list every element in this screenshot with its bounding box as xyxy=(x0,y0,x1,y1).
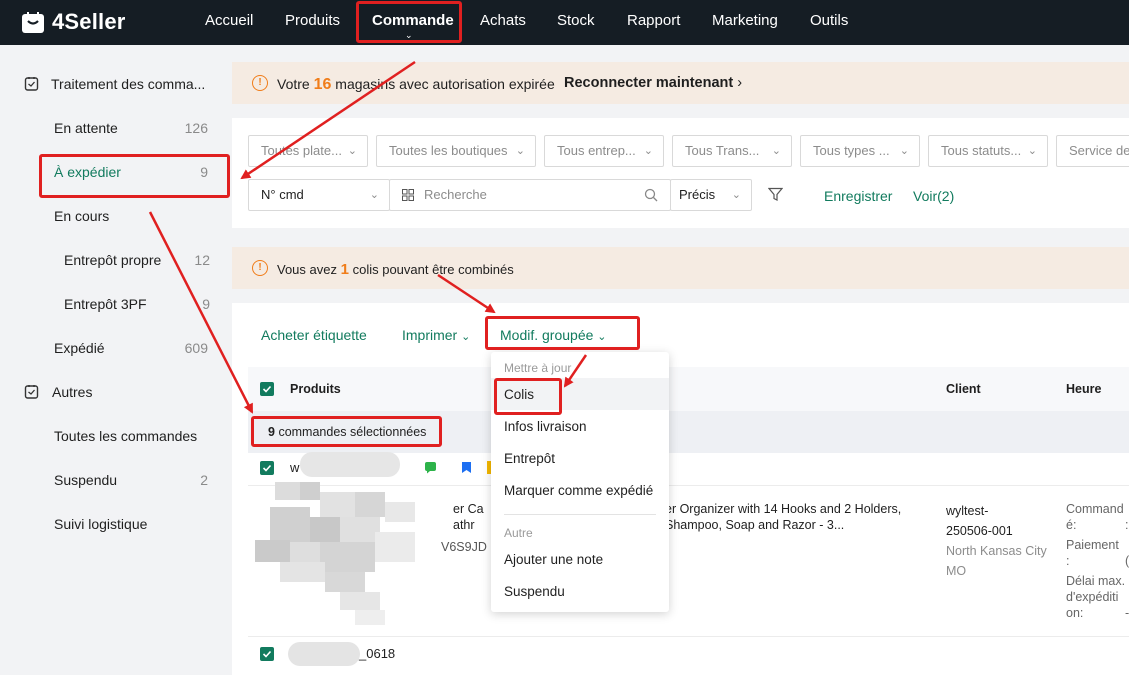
arrow-to-modif-groupee xyxy=(437,273,496,314)
arrow-to-selection xyxy=(148,211,254,414)
arrow-to-colis xyxy=(563,354,588,388)
annotation-arrows xyxy=(148,60,588,414)
arrow-to-a-expedier xyxy=(240,60,416,180)
